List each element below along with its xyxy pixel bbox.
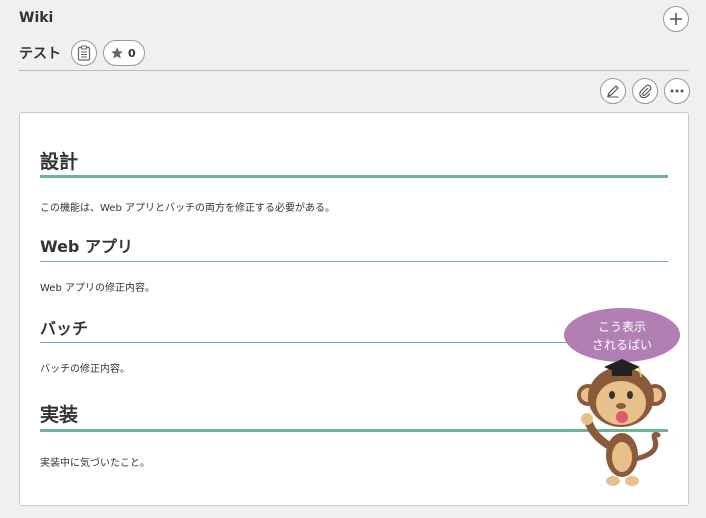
monkey-mascot: こう表示 されるばい — [564, 308, 680, 486]
paragraph-design: この機能は、Web アプリとバッチの両方を修正する必要がある。 — [40, 203, 335, 214]
paragraph-batch: バッチの修正内容。 — [40, 364, 130, 375]
page-title-row: テスト 0 — [19, 40, 145, 66]
bubble-text-line2: されるばい — [592, 338, 652, 352]
heading-implementation: 実装 — [40, 404, 79, 426]
clipboard-icon — [77, 45, 91, 61]
heading-batch: バッチ — [40, 319, 89, 338]
header-divider — [19, 70, 689, 71]
more-button[interactable] — [664, 78, 690, 104]
edit-button[interactable] — [600, 78, 626, 104]
heading-underline — [40, 175, 668, 178]
paperclip-icon — [639, 84, 652, 98]
heading-underline — [40, 261, 668, 262]
star-button[interactable]: 0 — [103, 40, 145, 66]
pencil-icon — [607, 85, 619, 98]
star-icon — [111, 47, 123, 59]
page-title: テスト — [19, 46, 61, 62]
attach-button[interactable] — [632, 78, 658, 104]
more-icon — [670, 89, 684, 93]
star-count: 0 — [128, 46, 136, 60]
page-toolbar — [600, 78, 690, 104]
add-page-button[interactable] — [663, 6, 689, 32]
add-icon — [670, 13, 682, 25]
heading-design: 設計 — [40, 151, 79, 173]
copy-button[interactable] — [71, 40, 97, 66]
paragraph-web-app: Web アプリの修正内容。 — [40, 283, 155, 294]
heading-web-app: Web アプリ — [40, 237, 133, 256]
bubble-text-line1: こう表示 — [598, 320, 646, 334]
header-title: Wiki — [19, 10, 54, 26]
paragraph-implementation: 実装中に気づいたこと。 — [40, 458, 150, 469]
